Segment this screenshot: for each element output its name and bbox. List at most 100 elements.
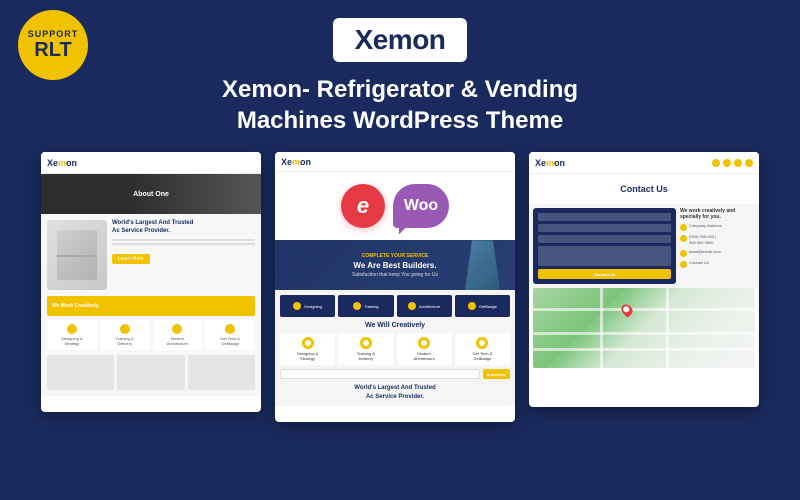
info-text-address: Company Address: [689, 223, 722, 229]
stat-box-4: GetBadge: [455, 295, 510, 317]
fridge-small-3: [188, 355, 255, 390]
stat-label-1: Designing: [304, 304, 322, 309]
left-hero: About One: [41, 174, 261, 214]
elementor-letter: e: [357, 193, 369, 219]
copy-line-2: [112, 243, 255, 245]
stat-label-2: Training: [364, 304, 378, 309]
center-bottom-world: World's Largest And TrustedAc Service Pr…: [280, 384, 510, 401]
info-item-address: Company Address: [680, 223, 755, 231]
info-item-contact: Contact Us: [680, 260, 755, 268]
subscribe-btn-text: Subscribe: [487, 372, 506, 377]
service-icon-2: [120, 324, 130, 334]
info-title: We work creatively andspecially for you.: [680, 208, 755, 220]
stat-icon-3: [408, 302, 416, 310]
phone-icon: [680, 235, 687, 242]
map-pin: [619, 303, 635, 319]
service-text-3: ModernArchitecture: [167, 336, 188, 346]
center-features-row: Designing &Strategy Training &Delivery M…: [280, 333, 510, 365]
address-icon: [680, 224, 687, 231]
service-item-2: Training &Delivery: [100, 320, 150, 350]
info-item-phone: (000) 000-000 |000 000 0000: [680, 234, 755, 245]
logo-box: Xemon: [333, 18, 468, 62]
center-stats-row: Designing Training Architecture GetBadge: [280, 295, 510, 317]
logo-xemon: Xemon: [355, 24, 446, 55]
plugin-icons-area: e Woo: [275, 172, 515, 240]
service-icon-3: [172, 324, 182, 334]
left-fridge-area: World's Largest And TrustedAc Service Pr…: [47, 220, 255, 290]
preview-right: Xemon Contact Us Contact U: [529, 152, 759, 407]
feature-label-1: Designing &Strategy: [297, 351, 319, 361]
feature-card-1: Designing &Strategy: [280, 333, 335, 365]
center-world-title: We Will Creatively: [280, 322, 510, 329]
info-item-email: email@email.com: [680, 249, 755, 257]
left-body: World's Largest And TrustedAc Service Pr…: [41, 214, 261, 396]
left-nav-logo: Xemon: [47, 158, 77, 168]
subscribe-row: Subscribe: [280, 369, 510, 379]
info-text-phone: (000) 000-000 |000 000 0000: [689, 234, 716, 245]
previews-row: Xemon About One World's Largest And Trus…: [5, 152, 795, 422]
stat-icon-1: [293, 302, 301, 310]
social-dot-1: [712, 159, 720, 167]
fridge-image: [47, 220, 107, 290]
feature-icon-1: [302, 337, 314, 349]
contact-icon: [680, 261, 687, 268]
form-field-phone[interactable]: [538, 235, 671, 243]
form-submit-btn[interactable]: Contact Us: [538, 269, 671, 279]
stat-box-3: Architecture: [397, 295, 452, 317]
info-text-contact: Contact Us: [689, 260, 709, 266]
feature-label-2: Training &Delivery: [357, 351, 375, 361]
social-dot-3: [734, 159, 742, 167]
left-copy: World's Largest And TrustedAc Service Pr…: [112, 220, 255, 290]
right-info-col: We work creatively andspecially for you.…: [680, 208, 755, 284]
form-field-email[interactable]: [538, 224, 671, 232]
fridge-small-2: [117, 355, 184, 390]
support-badge: SUPPORT RLT: [18, 10, 88, 80]
woo-icon-wrap: Woo: [393, 184, 449, 228]
right-nav-social: [712, 159, 753, 167]
feature-card-3: ModernArchitecture: [397, 333, 452, 365]
yellow-banner-text: We Work Creatively.: [52, 303, 100, 309]
services-row: Designing &Strategy Training &Delivery M…: [47, 320, 255, 350]
subscribe-input[interactable]: [280, 369, 480, 379]
feature-card-2: Training &Delivery: [338, 333, 393, 365]
map-road-v2: [666, 288, 669, 368]
center-hero: Complete Your Service We Are Best Builde…: [275, 240, 515, 290]
right-nav: Xemon: [529, 152, 759, 174]
right-form-area: Contact Us: [533, 208, 676, 284]
subscribe-btn[interactable]: Subscribe: [483, 369, 510, 379]
social-dot-2: [723, 159, 731, 167]
service-item-3: ModernArchitecture: [153, 320, 203, 350]
right-hero: Contact Us: [529, 174, 759, 204]
right-hero-title: Contact Us: [620, 184, 668, 194]
center-nav-logo: Xemon: [281, 157, 311, 167]
feature-label-3: ModernArchitecture: [413, 351, 434, 361]
woo-text: Woo: [404, 197, 438, 215]
stat-box-1: Designing: [280, 295, 335, 317]
feature-icon-4: [476, 337, 488, 349]
fridge-small-1: [47, 355, 114, 390]
yellow-banner: We Work Creatively.: [47, 296, 255, 316]
preview-center: Xemon e Woo Complete Your Servic: [275, 152, 515, 422]
center-hero-person: [465, 240, 500, 290]
learn-more-btn[interactable]: Learn More: [112, 254, 150, 264]
center-nav: Xemon: [275, 152, 515, 172]
support-label: SUPPORT: [28, 30, 79, 39]
center-body: Designing Training Architecture GetBadge: [275, 290, 515, 406]
service-text-1: Designing &Strategy: [61, 336, 83, 346]
left-hero-text: About One: [133, 191, 169, 198]
preview-left: Xemon About One World's Largest And Trus…: [41, 152, 261, 412]
fridge-bottom-row: [47, 355, 255, 390]
feature-icon-2: [360, 337, 372, 349]
stat-label-4: GetBadge: [479, 304, 497, 309]
center-hero-small: Complete Your Service: [352, 253, 438, 259]
map-road-v1: [600, 288, 603, 368]
form-field-name[interactable]: [538, 213, 671, 221]
form-field-message[interactable]: [538, 246, 671, 266]
social-dot-4: [745, 159, 753, 167]
stat-box-2: Training: [338, 295, 393, 317]
main-container: SUPPORT RLT Xemon Xemon- Refrigerator & …: [0, 0, 800, 500]
map-road-h3: [533, 348, 755, 351]
service-text-4: Get Tech &GetBadge: [220, 336, 240, 346]
form-submit-text: Contact Us: [594, 272, 615, 277]
left-nav: Xemon: [41, 152, 261, 174]
